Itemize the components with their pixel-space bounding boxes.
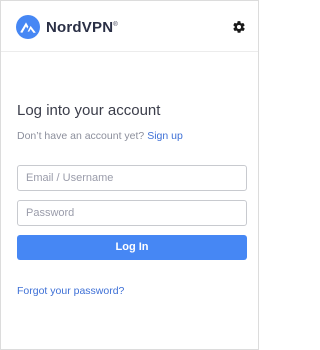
page-title: Log into your account: [17, 102, 161, 119]
login-button[interactable]: Log In: [17, 235, 247, 260]
nordvpn-logo-icon: [16, 14, 40, 39]
brand-name: NordVPN®: [46, 19, 118, 36]
logo: NordVPN®: [16, 13, 118, 40]
no-account-text: Don’t have an account yet?: [17, 130, 145, 142]
gear-icon[interactable]: [232, 20, 246, 34]
email-field[interactable]: [17, 165, 247, 191]
header: NordVPN®: [1, 1, 258, 51]
registered-mark: ®: [113, 22, 118, 28]
forgot-password-link[interactable]: Forgot your password?: [17, 284, 124, 298]
signup-link[interactable]: Sign up: [147, 130, 183, 142]
password-field[interactable]: [17, 200, 247, 226]
app-window: NordVPN® Log into your account Don’t hav…: [0, 0, 259, 350]
header-divider: [1, 51, 258, 52]
signup-prompt: Don’t have an account yet? Sign up: [17, 129, 183, 143]
